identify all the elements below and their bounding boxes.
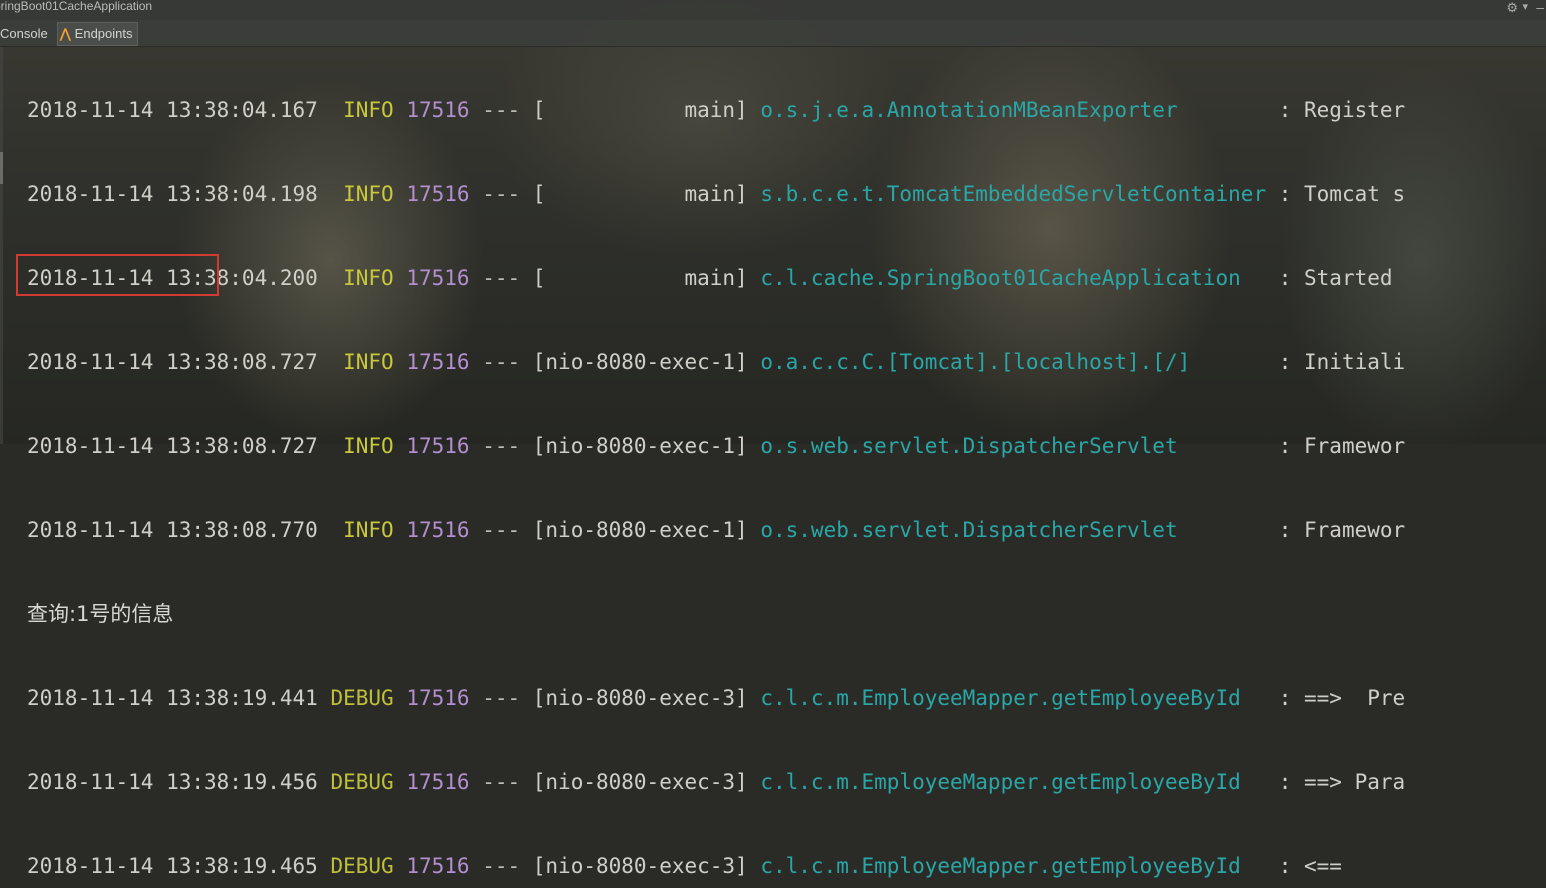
log-message: : Framewor: [1266, 518, 1406, 542]
log-level: INFO: [330, 350, 394, 374]
log-thread: [nio-8080-exec-1]: [532, 518, 748, 542]
log-timestamp: 2018-11-14 13:38:19.465: [27, 854, 318, 878]
log-level: DEBUG: [330, 686, 394, 710]
log-pid: 17516: [406, 182, 470, 206]
log-separator: ---: [469, 98, 533, 122]
endpoints-icon: ⋀: [60, 26, 71, 41]
log-message: : Register: [1266, 98, 1406, 122]
log-message: : Framewor: [1266, 434, 1406, 458]
log-thread: [nio-8080-exec-1]: [532, 350, 748, 374]
log-pid: 17516: [406, 770, 470, 794]
log-pid: 17516: [406, 350, 470, 374]
tool-window-tabs: Console ⋀ Endpoints: [0, 20, 1546, 47]
log-level: INFO: [330, 182, 394, 206]
log-level: DEBUG: [330, 854, 394, 878]
window-title: pringBoot01CacheApplication: [0, 0, 153, 13]
log-pid: 17516: [406, 518, 470, 542]
title-bar: pringBoot01CacheApplication ⚙ ▾ –: [0, 0, 1546, 20]
log-logger: o.s.web.servlet.DispatcherServlet: [760, 434, 1267, 458]
log-separator: ---: [469, 182, 533, 206]
tab-endpoints[interactable]: ⋀ Endpoints: [57, 22, 138, 46]
log-thread: [ main]: [532, 98, 748, 122]
log-message: : Started: [1266, 266, 1393, 290]
log-separator: ---: [469, 434, 533, 458]
log-message: : Tomcat s: [1266, 182, 1406, 206]
log-line: 2018-11-14 13:38:04.167 INFO 17516 --- […: [27, 95, 1546, 131]
log-thread: [ main]: [532, 266, 748, 290]
tab-endpoints-label: Endpoints: [74, 26, 133, 41]
log-thread: [ main]: [532, 182, 748, 206]
log-logger: c.l.c.m.EmployeeMapper.getEmployeeById: [760, 854, 1267, 878]
log-thread: [nio-8080-exec-3]: [532, 770, 748, 794]
log-thread: [nio-8080-exec-1]: [532, 434, 748, 458]
console-print-text: 查询:1号的信息: [27, 602, 174, 626]
log-pid: 17516: [406, 686, 470, 710]
log-level: INFO: [330, 434, 394, 458]
log-pid: 17516: [406, 854, 470, 878]
gear-icon[interactable]: ⚙: [1506, 1, 1518, 15]
log-thread: [nio-8080-exec-3]: [532, 854, 748, 878]
log-level: INFO: [330, 266, 394, 290]
log-level: DEBUG: [330, 770, 394, 794]
console-print-line: 查询:1号的信息: [27, 599, 1546, 635]
log-separator: ---: [469, 350, 533, 374]
log-separator: ---: [469, 854, 533, 878]
console-gutter: [0, 47, 3, 444]
log-level: INFO: [330, 518, 394, 542]
log-logger: c.l.cache.SpringBoot01CacheApplication: [760, 266, 1267, 290]
log-line: 2018-11-14 13:38:19.456 DEBUG 17516 --- …: [27, 767, 1546, 803]
log-pid: 17516: [406, 98, 470, 122]
log-logger: o.s.j.e.a.AnnotationMBeanExporter: [760, 98, 1267, 122]
log-pid: 17516: [406, 266, 470, 290]
log-line: 2018-11-14 13:38:08.727 INFO 17516 --- […: [27, 431, 1546, 467]
log-line: 2018-11-14 13:38:19.441 DEBUG 17516 --- …: [27, 683, 1546, 719]
minimize-icon[interactable]: –: [1536, 0, 1544, 14]
log-line: 2018-11-14 13:38:08.727 INFO 17516 --- […: [27, 347, 1546, 383]
log-logger: o.s.web.servlet.DispatcherServlet: [760, 518, 1267, 542]
highlight-annotation-box: [16, 254, 219, 296]
log-line: 2018-11-14 13:38:04.198 INFO 17516 --- […: [27, 179, 1546, 215]
log-timestamp: 2018-11-14 13:38:19.456: [27, 770, 318, 794]
log-separator: ---: [469, 266, 533, 290]
log-logger: s.b.c.e.t.TomcatEmbeddedServletContainer: [760, 182, 1267, 206]
log-timestamp: 2018-11-14 13:38:19.441: [27, 686, 318, 710]
log-separator: ---: [469, 518, 533, 542]
tab-console[interactable]: Console: [0, 24, 48, 44]
log-timestamp: 2018-11-14 13:38:04.198: [27, 182, 318, 206]
log-level: INFO: [330, 98, 394, 122]
log-message: : ==> Pre: [1266, 686, 1406, 710]
log-message: : <==: [1266, 854, 1342, 878]
log-timestamp: 2018-11-14 13:38:08.770: [27, 518, 318, 542]
log-line: 2018-11-14 13:38:04.200 INFO 17516 --- […: [27, 263, 1546, 299]
log-timestamp: 2018-11-14 13:38:08.727: [27, 350, 318, 374]
log-pid: 17516: [406, 434, 470, 458]
log-timestamp: 2018-11-14 13:38:08.727: [27, 434, 318, 458]
log-timestamp: 2018-11-14 13:38:04.167: [27, 98, 318, 122]
log-message: : Initiali: [1266, 350, 1406, 374]
gutter-marker: [0, 152, 3, 184]
log-line: 2018-11-14 13:38:08.770 INFO 17516 --- […: [27, 515, 1546, 551]
log-logger: o.a.c.c.C.[Tomcat].[localhost].[/]: [760, 350, 1267, 374]
log-line: 2018-11-14 13:38:19.465 DEBUG 17516 --- …: [27, 851, 1546, 887]
console-output[interactable]: 2018-11-14 13:38:04.167 INFO 17516 --- […: [27, 47, 1546, 888]
log-logger: c.l.c.m.EmployeeMapper.getEmployeeById: [760, 686, 1267, 710]
log-message: : ==> Para: [1266, 770, 1406, 794]
log-logger: c.l.c.m.EmployeeMapper.getEmployeeById: [760, 770, 1267, 794]
log-thread: [nio-8080-exec-3]: [532, 686, 748, 710]
log-separator: ---: [469, 770, 533, 794]
log-separator: ---: [469, 686, 533, 710]
tab-console-label: Console: [0, 26, 48, 41]
chevron-down-icon[interactable]: ▾: [1522, 0, 1528, 14]
